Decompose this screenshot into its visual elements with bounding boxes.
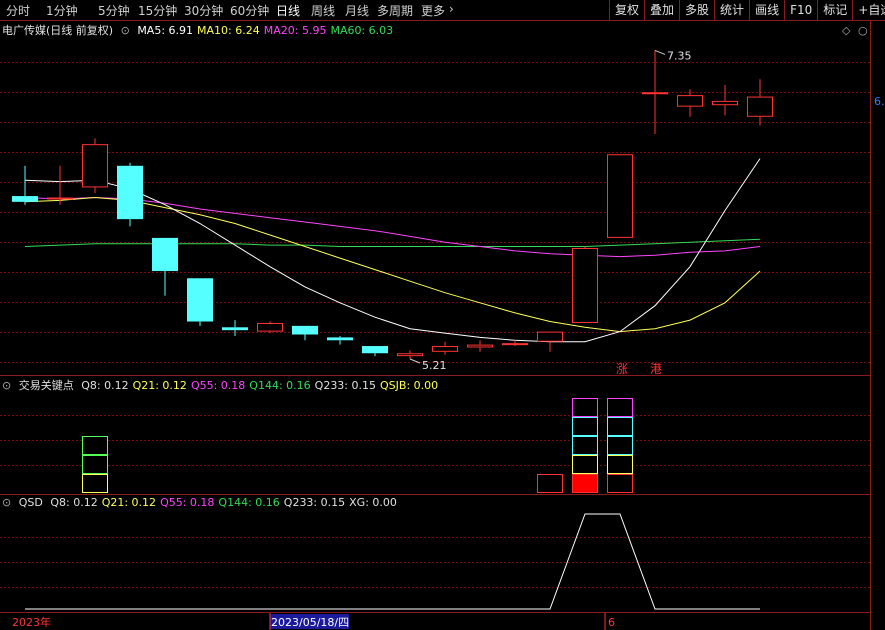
date-label-cursor: 2023/05/18/四 [271, 616, 349, 629]
panel2-toggle-icon[interactable]: ⊙ [2, 379, 11, 392]
panel3-value-2: Q55: 0.18 [160, 496, 215, 509]
panel3-title: QSD [18, 496, 43, 509]
signal-bar-segment [82, 455, 108, 474]
ma-label-1: MA10: 6.24 [197, 24, 260, 37]
date-label-month: 6 [608, 616, 615, 629]
candle-body-down [222, 327, 248, 331]
qsd-line [25, 513, 760, 610]
candle-body-up [537, 331, 563, 342]
panel2-title: 交易关键点 [18, 379, 74, 392]
signal-bar-segment [537, 474, 563, 493]
panel2-legend: ⊙ 交易关键点 Q8: 0.12 Q21: 0.12 Q55: 0.18 Q144: … [2, 377, 446, 393]
price-tag-label: 6. [874, 95, 885, 108]
candle-body-up [747, 96, 773, 117]
candle-body-down [187, 278, 213, 322]
candle-body-down [152, 237, 178, 272]
candle-body-up [642, 92, 668, 95]
candle-body-up [82, 144, 108, 188]
ma-label-2: MA20: 5.95 [263, 24, 327, 37]
low-annotation-arrow [409, 358, 421, 364]
signal-bar-segment [572, 474, 598, 493]
marker-0: 涨 [616, 361, 628, 376]
high-annotation-label: 7.35 [667, 49, 692, 62]
low-annotation-label: 5.21 [422, 359, 447, 372]
date-label-year: 2023年 [12, 615, 51, 629]
panel3-value-3: Q144: 0.16 [218, 496, 280, 509]
signal-bar-segment [607, 436, 633, 455]
ma-label-0: MA5: 6.91 [137, 24, 194, 37]
panel2-value-0: Q8: 0.12 [81, 379, 129, 392]
candle-body-down [292, 325, 318, 335]
candle-body-up [572, 247, 598, 323]
candle-body-up [47, 197, 73, 200]
signal-bar-segment [607, 398, 633, 417]
candle-body-down [12, 196, 38, 202]
signal-bar-segment [607, 474, 633, 493]
candle-body-up [397, 353, 423, 357]
panel3-toggle-icon[interactable]: ⊙ [2, 496, 11, 509]
signal-bar-segment [572, 417, 598, 436]
candle-body-up [677, 95, 703, 107]
panel2-value-1: Q21: 0.12 [132, 379, 187, 392]
candle-body-up [467, 344, 493, 348]
candle-body-up [257, 322, 283, 332]
candle-body-down [327, 337, 353, 341]
panel2-value-4: Q233: 0.15 [314, 379, 377, 392]
signal-bar-segment [572, 398, 598, 417]
ma-toggle-icon[interactable]: ⊙ [121, 24, 130, 37]
signal-bar-segment [82, 474, 108, 493]
panel3-value-4: Q233: 0.15 [283, 496, 346, 509]
candle-body-up [712, 100, 738, 106]
panel3-value-1: Q21: 0.12 [101, 496, 157, 509]
candle-body-down [117, 165, 143, 220]
diamond-icon: ◇ [842, 24, 851, 37]
panel3-value-5: XG: 0.00 [349, 496, 397, 509]
panel2-value-2: Q55: 0.18 [190, 379, 246, 392]
price-chart: ◇ ○ 6. 7.35 5.21 涨 港 2023年 2023/05/18/四 6 [0, 20, 885, 630]
stock-title: 电广传媒(日线 前复权) [2, 24, 114, 37]
high-annotation-arrow [654, 49, 666, 55]
candle-body-up [502, 343, 528, 346]
signal-bar-segment [572, 436, 598, 455]
main-legend: 电广传媒(日线 前复权) ⊙ MA5: 6.91 MA10: 6.24 MA20: … [2, 22, 401, 38]
panel3-value-0: Q8: 0.12 [50, 496, 98, 509]
candle-body-down [362, 346, 388, 354]
candle-body-up [432, 346, 458, 352]
signal-bar-segment [572, 455, 598, 474]
candle-body-up [607, 154, 633, 238]
marker-1: 港 [650, 362, 662, 376]
panel3-legend: ⊙ QSD Q8: 0.12 Q21: 0.12 Q55: 0.18 Q144: 0.… [2, 496, 405, 512]
panel2-value-5: QSJB: 0.00 [380, 379, 439, 392]
ma-label-3: MA60: 6.03 [330, 24, 394, 37]
signal-bar-segment [82, 436, 108, 455]
close-icon[interactable]: ○ [858, 24, 868, 37]
signal-bar-segment [607, 417, 633, 436]
panel2-value-3: Q144: 0.16 [249, 379, 311, 392]
signal-bar-segment [607, 455, 633, 474]
